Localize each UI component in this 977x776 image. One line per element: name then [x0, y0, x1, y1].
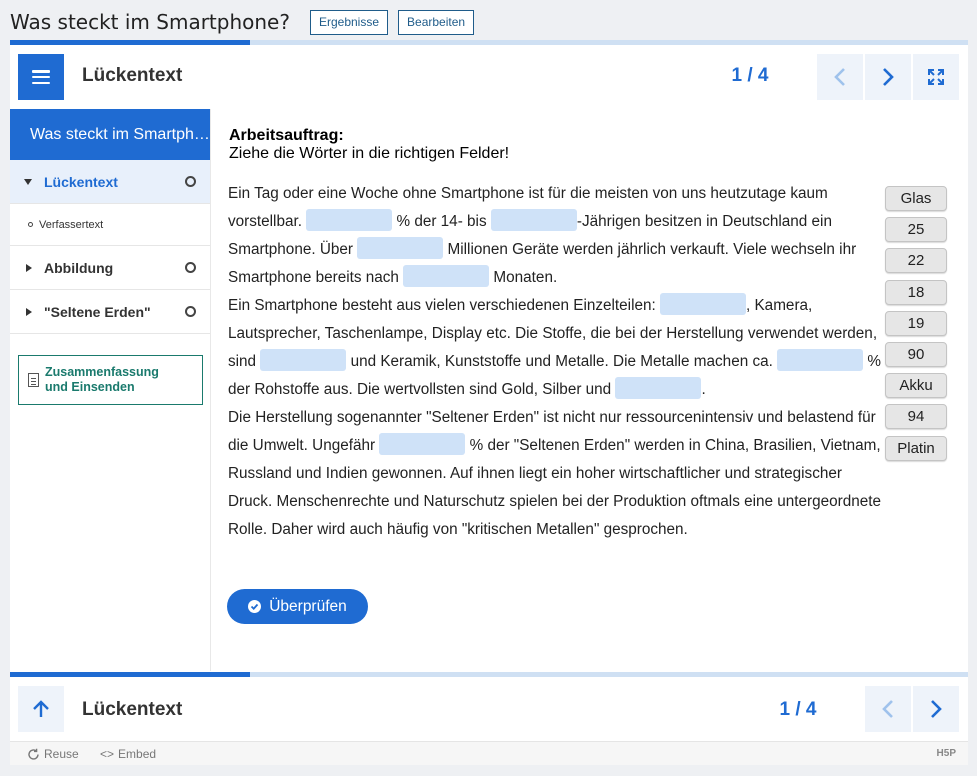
status-circle-icon [185, 306, 196, 317]
toc-item-seltene-erden[interactable]: "Seltene Erden" [10, 290, 210, 334]
text-segment: Monaten. [493, 269, 558, 286]
main-content: Arbeitsauftrag: Ziehe die Wörter in die … [212, 109, 968, 671]
chapter-footer: Lückentext 1 / 4 [10, 677, 968, 741]
footer-chapter-title: Lückentext [82, 699, 183, 720]
scroll-to-top-button[interactable] [18, 686, 64, 732]
text-segment: . [701, 381, 706, 398]
toc-subitem-label: Verfassertext [39, 218, 104, 231]
toc-item-lueckentext[interactable]: Lückentext [10, 160, 210, 204]
menu-button[interactable] [18, 54, 64, 100]
chevron-left-icon [834, 68, 845, 86]
embed-label: Embed [118, 747, 157, 761]
menu-icon [32, 70, 50, 84]
summary-line-2: und Einsenden [45, 380, 135, 394]
summary-label: Zusammenfassung und Einsenden [45, 365, 159, 395]
summary-submit-button[interactable]: Zusammenfassung und Einsenden [18, 355, 203, 405]
draggable-word[interactable]: 94 [885, 404, 947, 430]
drop-zone[interactable] [306, 209, 393, 231]
draggable-word[interactable]: Glas [885, 186, 947, 211]
edit-button[interactable]: Bearbeiten [398, 9, 475, 35]
reuse-button[interactable]: Reuse [27, 747, 79, 761]
fullscreen-button[interactable] [913, 54, 959, 100]
chevron-right-icon [883, 68, 894, 86]
check-circle-icon [248, 600, 262, 613]
text-segment: Ein Smartphone besteht aus vielen versch… [228, 297, 656, 314]
toc-item-label: "Seltene Erden" [44, 303, 151, 320]
reuse-icon [28, 748, 39, 760]
arrow-up-icon [33, 700, 49, 717]
toc-item-abbildung[interactable]: Abbildung [10, 246, 210, 290]
drop-zone[interactable] [357, 237, 444, 259]
drop-zone[interactable] [615, 377, 702, 399]
draggable-word[interactable]: Platin [885, 435, 947, 461]
chevron-right-icon [931, 700, 942, 718]
chapter-header: Lückentext 1 / 4 [10, 45, 968, 109]
task-instruction: Ziehe die Wörter in die richtigen Felder… [229, 145, 510, 162]
page-counter: 1 / 4 [731, 65, 769, 86]
h5p-actions-bar: Reuse <> Embed H5P [10, 741, 968, 765]
drop-zone[interactable] [260, 349, 347, 371]
results-button[interactable]: Ergebnisse [309, 9, 389, 35]
embed-icon: <> [100, 747, 115, 761]
drop-zone[interactable] [490, 209, 577, 231]
toc-item-label: Abbildung [44, 259, 114, 276]
draggable-word[interactable]: Akku [885, 373, 947, 399]
draggable-word[interactable]: 18 [885, 279, 947, 305]
text-segment: % der 14- bis [396, 213, 487, 230]
caret-down-icon [24, 178, 32, 185]
toc-heading[interactable]: Was steckt im Smartphone? [10, 109, 210, 160]
h5p-logo: H5P [936, 748, 956, 759]
chapter-title: Lückentext [82, 65, 183, 86]
fullscreen-icon [928, 69, 944, 85]
draggable-word[interactable]: 90 [885, 341, 947, 367]
next-page-button[interactable] [865, 54, 911, 100]
draggable-word[interactable]: 25 [885, 217, 947, 243]
page-title: Was steckt im Smartphone? [10, 10, 290, 34]
drop-zone[interactable] [403, 265, 490, 287]
bullet-icon [28, 222, 33, 227]
interactive-book: Lückentext 1 / 4 Was steckt im Smartphon… [10, 40, 968, 765]
caret-right-icon [26, 307, 32, 316]
previous-page-button[interactable] [817, 54, 863, 100]
text-segment: und Keramik, Kunststoffe und Metalle. Di… [350, 353, 773, 370]
draggable-word[interactable]: 22 [885, 248, 947, 274]
document-icon [28, 373, 39, 387]
task-instructions: Arbeitsauftrag: Ziehe die Wörter in die … [229, 127, 509, 163]
drop-zone[interactable] [777, 349, 864, 371]
check-label: Überprüfen [269, 597, 347, 615]
toc-item-label: Lückentext [44, 173, 118, 190]
task-heading: Arbeitsauftrag: [229, 127, 344, 144]
page-header: Was steckt im Smartphone? Ergebnisse Bea… [10, 8, 475, 36]
summary-line-1: Zusammenfassung [45, 365, 159, 379]
toc-subitem-verfassertext[interactable]: Verfassertext [10, 204, 210, 246]
embed-button[interactable]: <> Embed [100, 747, 156, 761]
footer-next-button[interactable] [913, 686, 959, 732]
caret-right-icon [26, 263, 32, 272]
reuse-label: Reuse [44, 747, 79, 761]
chevron-left-icon [882, 700, 893, 718]
check-button[interactable]: Überprüfen [227, 589, 368, 624]
drop-zone[interactable] [379, 433, 466, 455]
word-pool: Glas 25 22 18 19 90 Akku 94 Platin [885, 186, 947, 467]
drop-zone[interactable] [659, 293, 746, 315]
status-circle-icon [185, 176, 196, 187]
footer-page-counter: 1 / 4 [779, 699, 817, 720]
cloze-text: Ein Tag oder eine Woche ohne Smartphone … [228, 180, 886, 544]
status-circle-icon [185, 262, 196, 273]
footer-previous-button[interactable] [865, 686, 911, 732]
draggable-word[interactable]: 19 [885, 310, 947, 336]
table-of-contents: Was steckt im Smartphone? Lückentext Ver… [10, 109, 211, 671]
